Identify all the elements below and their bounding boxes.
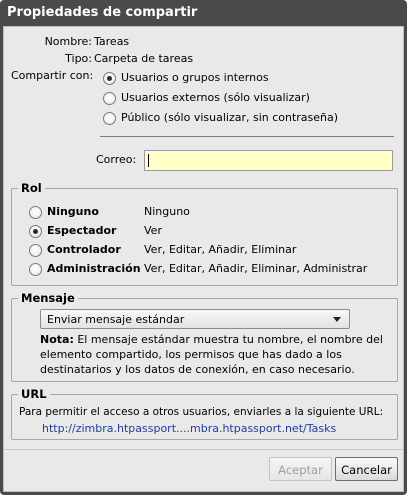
option-public-label: Público (sólo visualizar, sin contraseña… (121, 111, 339, 124)
role-none-desc: Ninguno (144, 205, 190, 218)
option-external-users-label: Usuarios externos (sólo visualizar) (121, 91, 310, 104)
radio-role-admin[interactable] (29, 263, 42, 276)
email-input[interactable] (144, 150, 393, 171)
message-legend: Mensaje (18, 291, 78, 305)
radio-role-viewer[interactable] (29, 225, 42, 238)
radio-internal-users[interactable] (103, 72, 116, 85)
radio-public[interactable] (103, 112, 116, 125)
accept-button[interactable]: Aceptar (269, 457, 332, 481)
radio-role-none[interactable] (29, 206, 42, 219)
message-note-line3: destinatarios y los datos de conexión, e… (40, 363, 355, 376)
name-value: Tareas (94, 35, 130, 48)
url-legend: URL (18, 387, 50, 401)
role-viewer-desc: Ver (144, 224, 162, 237)
email-label: Correo: (96, 153, 137, 166)
role-none-name: Ninguno (47, 205, 99, 218)
chevron-down-icon (333, 317, 341, 322)
dialog-content: Nombre: Tareas Tipo: Carpeta de tareas C… (3, 26, 404, 492)
message-type-select[interactable]: Enviar mensaje estándar (40, 309, 350, 329)
dialog-title: Propiedades de compartir (7, 5, 198, 20)
share-with-label: Compartir con: (11, 69, 94, 82)
message-note-line1: Nota: El mensaje estándar muestra tu nom… (40, 333, 383, 346)
role-admin-desc: Ver, Editar, Añadir, Eliminar, Administr… (144, 262, 368, 275)
type-label: Tipo: (65, 52, 92, 65)
radio-external-users[interactable] (103, 92, 116, 105)
radio-role-manager[interactable] (29, 244, 42, 257)
role-legend: Rol (18, 181, 45, 195)
share-url-link[interactable]: http://zimbra.htpassport....mbra.htpassp… (42, 422, 336, 435)
message-note-line2: elemento compartido, los permisos que ha… (40, 348, 342, 361)
note-text-1: El mensaje estándar muestra tu nombre, e… (77, 333, 383, 346)
message-type-selected: Enviar mensaje estándar (47, 313, 185, 326)
share-properties-dialog: Propiedades de compartir Nombre: Tareas … (0, 0, 407, 495)
name-label: Nombre: (44, 35, 92, 48)
url-instructions: Para permitir el acceso a otros usuarios… (19, 406, 384, 418)
role-manager-name: Controlador (47, 243, 121, 256)
role-admin-name: Administración (47, 262, 141, 275)
text-caret (148, 154, 149, 167)
cancel-button[interactable]: Cancelar (335, 457, 398, 481)
role-viewer-name: Espectador (47, 224, 117, 237)
option-internal-users-label: Usuarios o grupos internos (121, 71, 269, 84)
role-manager-desc: Ver, Editar, Añadir, Eliminar (144, 243, 297, 256)
type-value: Carpeta de tareas (94, 52, 194, 65)
note-label: Nota: (40, 333, 74, 346)
separator (100, 136, 394, 137)
footer-separator (4, 449, 403, 450)
